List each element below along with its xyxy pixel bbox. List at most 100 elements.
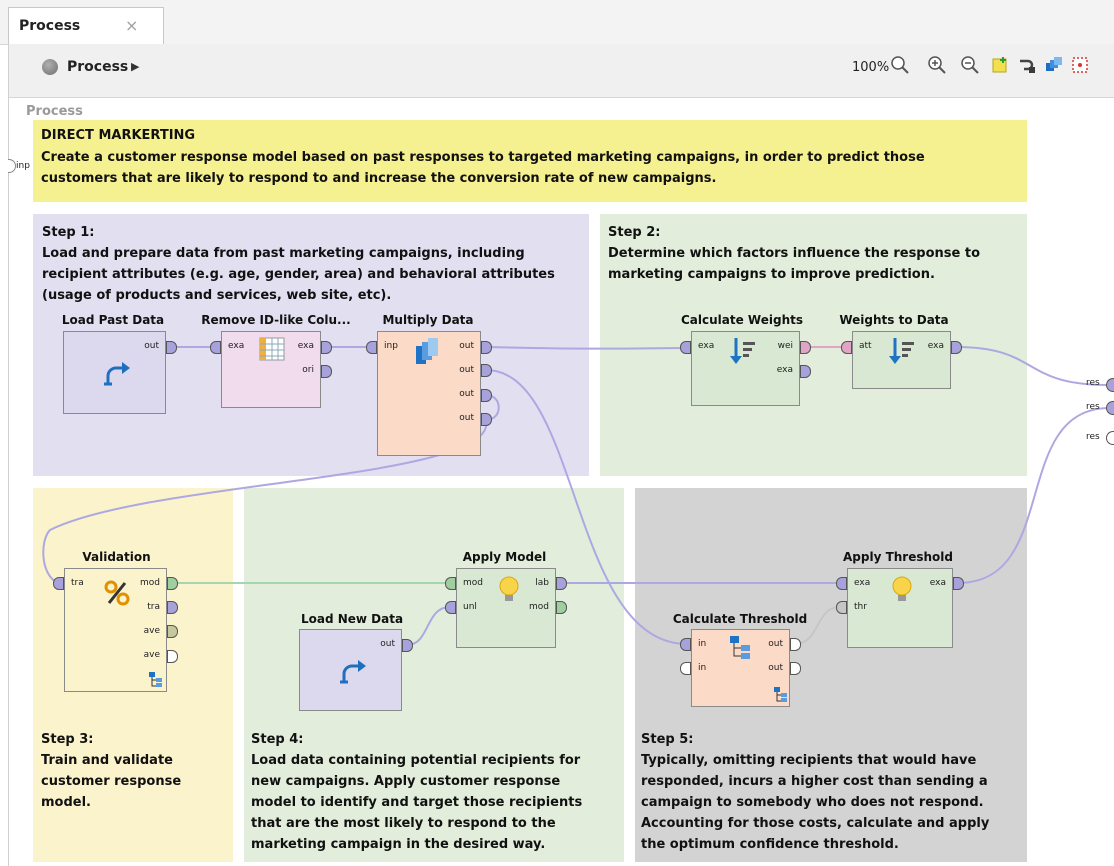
port-out[interactable] [800,365,811,378]
port-label: inp [384,341,398,351]
port-label: exa [228,341,245,351]
op-validation-title: Validation [82,550,151,564]
weights-icon [889,338,914,364]
op-calc-threshold-title: Calculate Threshold [672,612,808,626]
port-out[interactable] [167,601,178,614]
port-out[interactable] [481,341,492,354]
port-label: out [459,365,474,375]
port-label: tra [71,578,84,588]
port-label: out [768,639,783,649]
op-load-past[interactable]: out [63,331,166,414]
port-in[interactable] [445,601,456,614]
port-label: out [380,639,395,649]
port-out[interactable] [790,638,801,651]
port-in[interactable] [366,341,377,354]
port-out[interactable] [321,341,332,354]
port-label: lab [535,578,549,588]
op-weights-to-data-title: Weights to Data [839,313,949,327]
port-out[interactable] [556,577,567,590]
op-weights-to-data[interactable]: att exa [852,331,951,389]
result-port-label: res [1086,432,1100,442]
port-out[interactable] [167,650,178,663]
port-label: out [459,389,474,399]
op-apply-threshold[interactable]: exa thr exa [847,568,953,648]
port-label: tra [147,602,160,612]
port-label: exa [854,578,871,588]
lightbulb-icon [892,576,912,601]
subprocess-icon [774,687,787,702]
port-in[interactable] [445,577,456,590]
weights-icon [730,338,755,364]
op-load-new[interactable]: out [299,629,402,711]
port-out[interactable] [481,364,492,377]
port-out[interactable] [953,577,964,590]
port-label: thr [854,602,867,612]
port-label: exa [929,578,946,588]
port-label: ori [302,365,314,375]
op-calc-weights[interactable]: exa wei exa [691,331,800,406]
subprocess-icon [149,672,162,687]
port-out[interactable] [167,577,178,590]
port-label: out [144,341,159,351]
port-out[interactable] [481,389,492,402]
wire-loadnew-apply [406,606,451,646]
port-out[interactable] [321,365,332,378]
port-in[interactable] [53,577,64,590]
port-label: exa [776,365,793,375]
op-load-past-title: Load Past Data [61,313,165,327]
op-multiply[interactable]: inp out out out out [377,331,481,456]
port-out[interactable] [402,639,413,652]
port-in[interactable] [680,638,691,651]
connection-layer [42,346,1109,646]
op-calc-threshold[interactable]: in in out out [691,629,790,707]
port-in[interactable] [841,341,852,354]
port-label: exa [927,341,944,351]
result-port[interactable] [1106,431,1114,445]
port-label: att [859,341,872,351]
port-in[interactable] [680,341,691,354]
port-out[interactable] [790,662,801,675]
op-load-new-title: Load New Data [300,612,404,626]
op-multiply-title: Multiply Data [382,313,474,327]
retrieve-icon [104,362,130,386]
result-port[interactable] [1106,401,1114,415]
multiply-icon [416,338,438,364]
port-label: out [768,663,783,673]
port-label: ave [143,626,160,636]
port-out[interactable] [481,413,492,426]
port-in[interactable] [836,601,847,614]
port-label: unl [463,602,477,612]
port-out[interactable] [556,601,567,614]
port-label: in [698,639,707,649]
port-out[interactable] [800,341,811,354]
port-out[interactable] [166,341,177,354]
retrieve-icon [340,660,366,684]
op-apply-model[interactable]: mod unl lab mod [456,568,556,648]
port-in[interactable] [210,341,221,354]
port-label: in [698,663,707,673]
port-label: mod [529,602,549,612]
op-apply-threshold-title: Apply Threshold [843,550,953,564]
port-in[interactable] [680,662,691,675]
port-label: exa [698,341,715,351]
op-calc-weights-title: Calculate Weights [680,313,803,327]
port-out[interactable] [167,625,178,638]
wire-multiply-weights [485,346,686,350]
port-label: exa [297,341,314,351]
op-validation[interactable]: tra mod tra ave ave [64,568,167,692]
subprocess-icon [730,636,750,659]
table-icon [259,337,285,361]
port-in[interactable] [836,577,847,590]
port-label: ave [143,650,160,660]
percent-icon [104,580,130,606]
result-port[interactable] [1106,378,1114,392]
port-label: mod [463,578,483,588]
result-port-label: res [1086,402,1100,412]
port-label: out [459,341,474,351]
op-remove-id[interactable]: exa exa ori [221,331,321,408]
lightbulb-icon [499,576,519,601]
port-label: wei [777,341,793,351]
port-label: out [459,413,474,423]
op-remove-id-title: Remove ID-like Colu... [201,313,351,327]
port-out[interactable] [951,341,962,354]
